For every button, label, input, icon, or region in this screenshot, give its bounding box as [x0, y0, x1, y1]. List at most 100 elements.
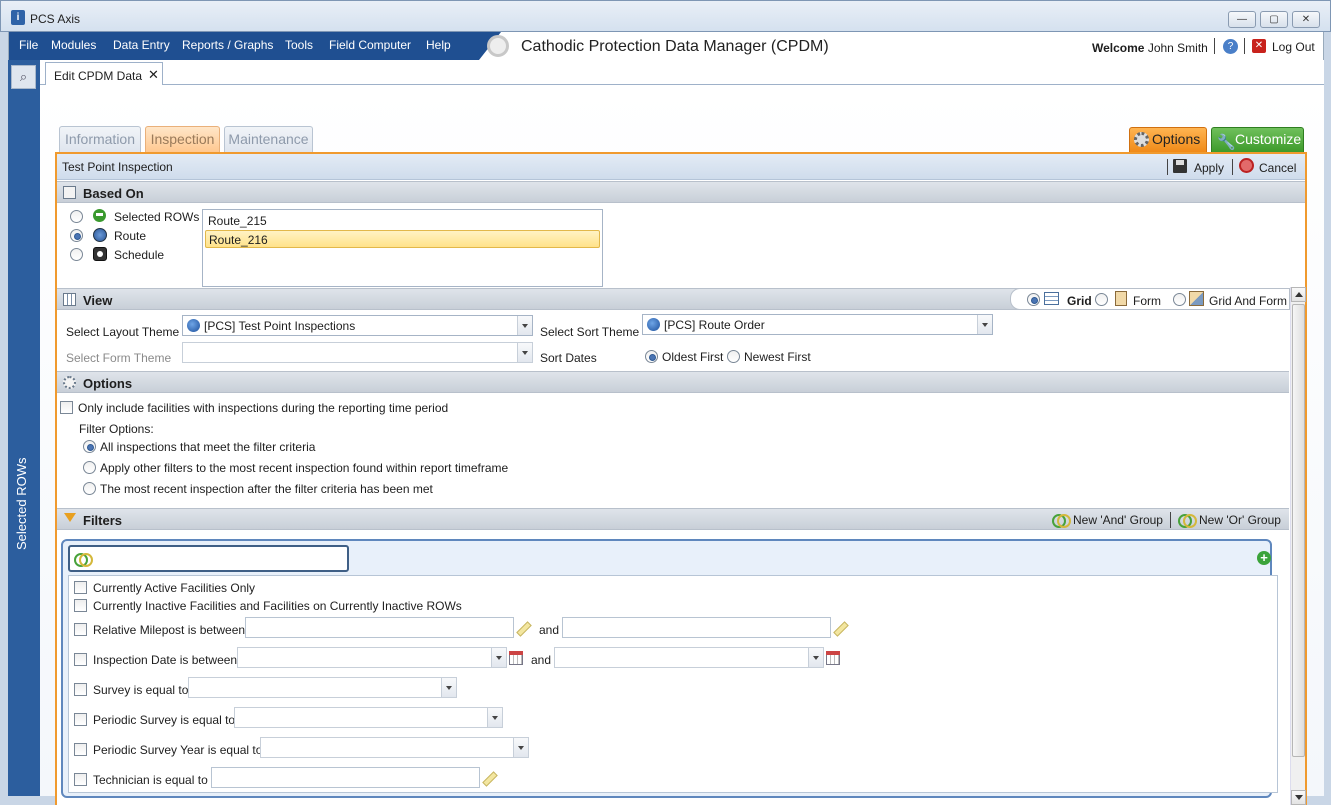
- filter-checkbox-active[interactable]: [74, 581, 87, 594]
- selected-rows-label: Selected ROWs: [114, 210, 200, 224]
- sidebar-selected-rows-tab[interactable]: Selected ROWs: [14, 458, 29, 550]
- menu-strip: File Modules Data Entry Reports / Graphs…: [9, 32, 501, 60]
- view-mode-selector: Grid Form Grid And Form: [1010, 288, 1290, 310]
- radio-grid-and-form[interactable]: [1173, 293, 1186, 306]
- panel-scrollbar[interactable]: [1290, 287, 1306, 805]
- list-item[interactable]: Route_215: [205, 212, 600, 230]
- chevron-down-icon[interactable]: [977, 315, 992, 334]
- close-window-button[interactable]: ✕: [1292, 11, 1320, 28]
- add-filter-icon[interactable]: +: [1257, 551, 1271, 565]
- chevron-down-icon[interactable]: [487, 708, 502, 727]
- only-include-checkbox[interactable]: [60, 401, 73, 414]
- menu-data-entry[interactable]: Data Entry: [113, 38, 170, 52]
- menu-field-computer[interactable]: Field Computer: [329, 38, 411, 52]
- save-icon[interactable]: [1173, 159, 1187, 173]
- scroll-up-button[interactable]: [1291, 287, 1306, 302]
- survey-select[interactable]: [188, 677, 457, 698]
- app-title: Cathodic Protection Data Manager (CPDM): [521, 38, 829, 55]
- menu-file[interactable]: File: [19, 38, 38, 52]
- newest-first-label: Newest First: [744, 350, 811, 364]
- help-icon[interactable]: ?: [1223, 39, 1238, 54]
- filter-checkbox-inspection-date[interactable]: [74, 653, 87, 666]
- filters-section-header: Filters New 'And' Group New 'Or' Group: [57, 508, 1289, 530]
- chevron-down-icon[interactable]: [441, 678, 456, 697]
- scroll-down-button[interactable]: [1291, 790, 1306, 805]
- options-tab[interactable]: Options: [1129, 127, 1207, 152]
- minimize-button[interactable]: —: [1228, 11, 1256, 28]
- header-separator: [1170, 512, 1171, 528]
- grid-view-icon: [63, 293, 76, 306]
- chevron-down-icon[interactable]: [491, 648, 506, 667]
- close-tab-icon[interactable]: ✕: [148, 67, 159, 83]
- and-group-icon: [1052, 514, 1071, 528]
- milepost-to-input[interactable]: [562, 617, 831, 638]
- pencil-icon[interactable]: [832, 620, 846, 634]
- options-section-header: Options: [57, 371, 1289, 393]
- periodic-survey-select[interactable]: [234, 707, 503, 728]
- radio-grid[interactable]: [1027, 293, 1040, 306]
- new-and-group-button[interactable]: New 'And' Group: [1073, 513, 1163, 527]
- radio-filter-option-1[interactable]: [83, 440, 96, 453]
- welcome-text: Welcome John Smith: [1092, 41, 1208, 55]
- maximize-button[interactable]: ▢: [1260, 11, 1288, 28]
- clock-icon: [93, 247, 107, 261]
- route-list[interactable]: Route_215 Route_216: [202, 209, 603, 287]
- tab-inspection[interactable]: Inspection: [145, 126, 220, 152]
- chevron-down-icon[interactable]: [517, 316, 532, 335]
- radio-newest-first[interactable]: [727, 350, 740, 363]
- new-or-group-button[interactable]: New 'Or' Group: [1199, 513, 1281, 527]
- customize-tab[interactable]: 🔧 Customize: [1211, 127, 1304, 152]
- layout-theme-value: [PCS] Test Point Inspections: [204, 319, 356, 333]
- search-icon[interactable]: ⌕: [11, 65, 36, 89]
- technician-input[interactable]: [211, 767, 480, 788]
- inspection-date-to-input[interactable]: [554, 647, 824, 668]
- radio-oldest-first[interactable]: [645, 350, 658, 363]
- milepost-from-input[interactable]: [245, 617, 514, 638]
- menu-help[interactable]: Help: [426, 38, 451, 52]
- form-theme-select[interactable]: [182, 342, 533, 363]
- pencil-icon[interactable]: [515, 620, 529, 634]
- radio-filter-option-2[interactable]: [83, 461, 96, 474]
- filter-checkbox-inactive[interactable]: [74, 599, 87, 612]
- grid-icon: [1044, 292, 1059, 305]
- tab-information[interactable]: Information: [59, 126, 141, 152]
- chevron-down-icon[interactable]: [517, 343, 532, 362]
- filter-checkbox-technician[interactable]: [74, 773, 87, 786]
- radio-filter-option-3[interactable]: [83, 482, 96, 495]
- periodic-survey-year-select[interactable]: [260, 737, 529, 758]
- logout-link[interactable]: Log Out: [1272, 40, 1315, 54]
- list-item-selected[interactable]: Route_216: [205, 230, 600, 248]
- inspection-date-from-input[interactable]: [237, 647, 507, 668]
- radio-schedule[interactable]: [70, 248, 83, 261]
- cancel-icon[interactable]: [1239, 158, 1254, 173]
- cancel-button[interactable]: Cancel: [1259, 161, 1296, 175]
- chevron-down-icon[interactable]: [513, 738, 528, 757]
- menu-reports-graphs[interactable]: Reports / Graphs: [182, 38, 273, 52]
- oldest-first-label: Oldest First: [662, 350, 724, 364]
- chevron-down-icon[interactable]: [808, 648, 823, 667]
- filter-checkbox-milepost[interactable]: [74, 623, 87, 636]
- and-label: and: [539, 623, 560, 637]
- menu-modules[interactable]: Modules: [51, 38, 96, 52]
- filter-label: Technician is equal to: [93, 773, 208, 787]
- tab-maintenance[interactable]: Maintenance: [224, 126, 313, 152]
- filter-checkbox-periodic-survey-year[interactable]: [74, 743, 87, 756]
- pencil-icon[interactable]: [481, 770, 495, 784]
- sort-theme-select[interactable]: [PCS] Route Order: [642, 314, 993, 335]
- filter-checkbox-periodic-survey[interactable]: [74, 713, 87, 726]
- radio-route[interactable]: [70, 229, 83, 242]
- document-area: Edit CPDM Data ✕ Information Inspection …: [40, 60, 1324, 805]
- apply-button[interactable]: Apply: [1194, 161, 1224, 175]
- tab-edit-cpdm-data[interactable]: Edit CPDM Data ✕: [45, 62, 163, 86]
- scroll-thumb[interactable]: [1292, 304, 1305, 757]
- logout-icon[interactable]: ✕: [1252, 39, 1266, 53]
- layout-theme-select[interactable]: [PCS] Test Point Inspections: [182, 315, 533, 336]
- filter-group-name-input[interactable]: [68, 545, 349, 572]
- radio-selected-rows[interactable]: [70, 210, 83, 223]
- only-include-label: Only include facilities with inspections…: [78, 401, 449, 415]
- filter-checkbox-survey[interactable]: [74, 683, 87, 696]
- radio-form[interactable]: [1095, 293, 1108, 306]
- menu-tools[interactable]: Tools: [285, 38, 313, 52]
- calendar-icon[interactable]: [509, 651, 523, 665]
- calendar-icon[interactable]: [826, 651, 840, 665]
